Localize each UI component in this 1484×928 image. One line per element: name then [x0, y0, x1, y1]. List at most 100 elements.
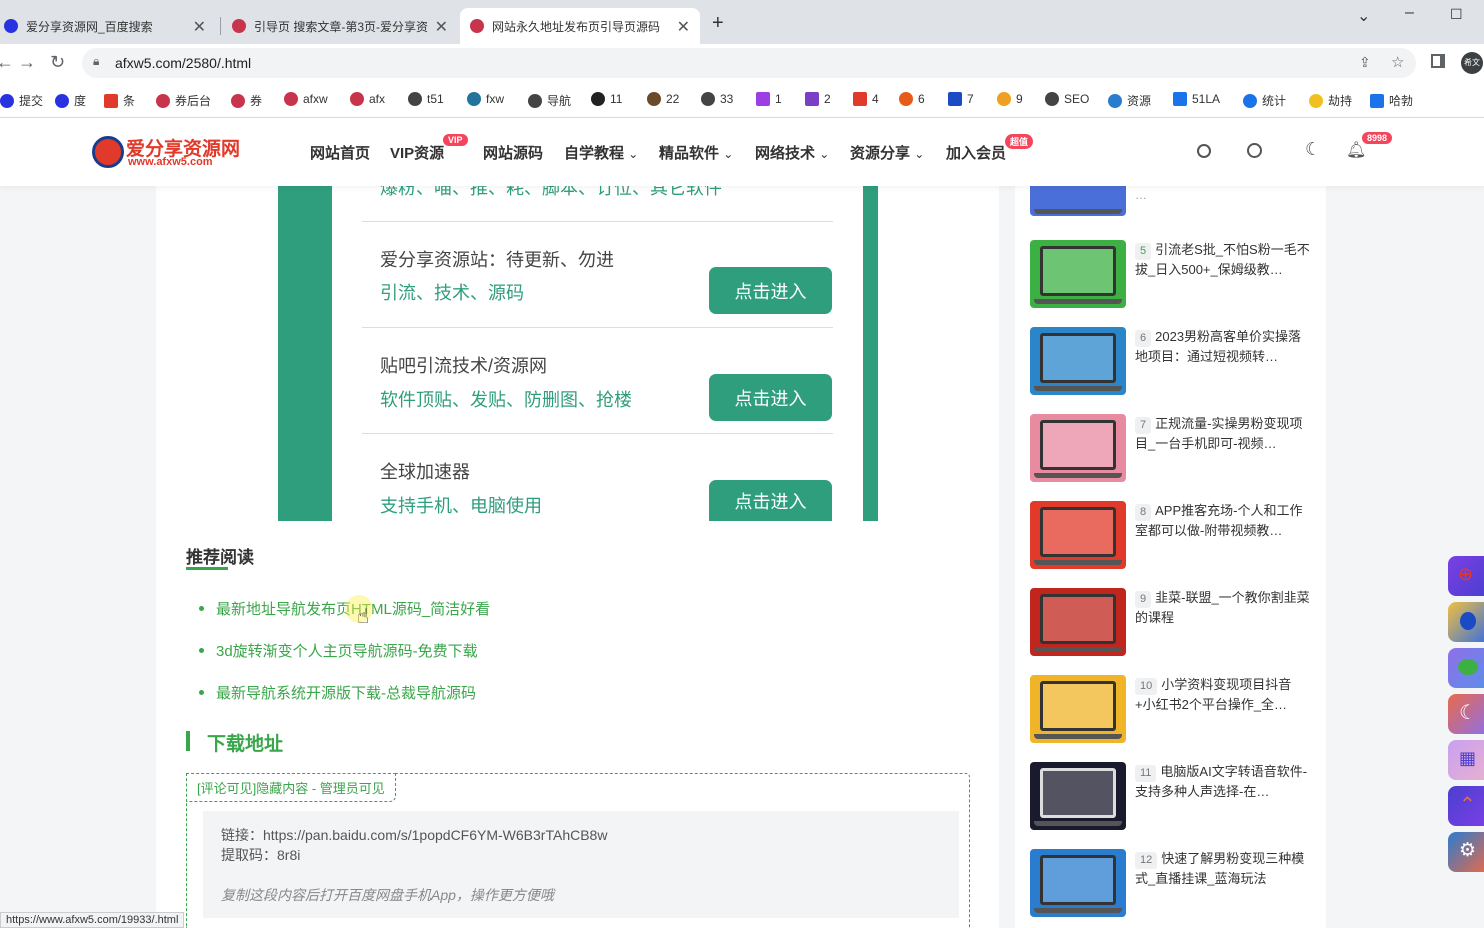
bookmark-item[interactable]: 券 [231, 92, 262, 109]
article-thumbnail[interactable] [1030, 186, 1126, 216]
article-thumbnail[interactable] [1030, 588, 1126, 656]
recommend-link[interactable]: 3d旋转渐变个人主页导航源码-免费下载 [216, 640, 478, 661]
article-thumbnail[interactable] [1030, 762, 1126, 830]
sidebar-item[interactable]: 5 引流老S批_不怕S粉一毛不拔_日入500+_保姆级教… [1135, 240, 1311, 278]
close-icon[interactable]: ✕ [435, 17, 448, 37]
bookmark-item[interactable]: afxw [284, 92, 328, 106]
float-button-settings[interactable]: ⚙ [1448, 832, 1484, 872]
bookmark-item[interactable]: SEO [1045, 92, 1089, 106]
minimize-icon[interactable]: – [1405, 4, 1414, 22]
bookmark-item[interactable]: 2 [805, 92, 831, 106]
dark-mode-icon[interactable]: ☾ [1305, 139, 1321, 160]
chevron-up-icon: ⌃ [1459, 794, 1476, 816]
bookmark-item[interactable]: fxw [467, 92, 504, 106]
sidebar-item[interactable]: 8 APP推客充场-个人和工作室都可以做-附带视频教… [1135, 501, 1311, 539]
chevron-down-icon: ⌄ [819, 147, 830, 161]
bookmark-item[interactable]: t51 [408, 92, 444, 106]
bookmark-item[interactable]: 51LA [1173, 92, 1220, 106]
side-panel-icon[interactable] [1431, 54, 1445, 68]
tab-search[interactable]: 引导页 搜索文章-第3页-爱分享资 ✕ [222, 8, 458, 44]
tab-title: 引导页 搜索文章-第3页-爱分享资 [254, 19, 429, 34]
sidebar-item[interactable]: 11 电脑版AI文字转语音软件-支持多种人声选择-在… [1135, 762, 1311, 800]
sidebar-item[interactable]: 12 快速了解男粉变现三种模式_直播挂课_蓝海玩法 [1135, 849, 1311, 887]
nav-source[interactable]: 网站源码 [483, 142, 543, 163]
bullet-icon [199, 690, 204, 695]
share-icon[interactable]: ⇪ [1359, 54, 1371, 71]
heading-underline [186, 567, 228, 570]
float-button-top[interactable]: ⌃ [1448, 786, 1484, 826]
float-button-theme[interactable]: ☾ [1448, 694, 1484, 734]
tab-search-chevron-icon[interactable]: ⌄ [1357, 6, 1370, 26]
float-button-wechat[interactable] [1448, 648, 1484, 688]
download-note: 复制这段内容后打开百度网盘手机App，操作更方便哦 [221, 887, 554, 903]
hidden-content-tag: [评论可见]隐藏内容 - 管理员可见 [186, 773, 396, 802]
logo-house-icon [92, 136, 124, 168]
lightbulb-icon[interactable] [1197, 144, 1211, 158]
enter-button[interactable]: 点击进入 [709, 267, 832, 314]
profile-avatar[interactable]: 希文 [1461, 52, 1483, 74]
close-icon[interactable]: ✕ [677, 17, 690, 37]
bookmark-item[interactable]: 22 [647, 92, 679, 106]
bookmark-item[interactable]: 劫持 [1309, 92, 1352, 109]
download-heading: 下载地址 [207, 734, 284, 755]
nav-home[interactable]: 网站首页 [310, 142, 370, 163]
tab-active[interactable]: 网站永久地址发布页引导页源码 ✕ [460, 8, 700, 44]
article-thumbnail[interactable] [1030, 675, 1126, 743]
bookmark-item[interactable]: 资源 [1108, 92, 1151, 109]
bookmark-item[interactable]: 7 [948, 92, 974, 106]
float-button-add[interactable]: ⊕ [1448, 556, 1484, 596]
download-link-text[interactable]: 链接：https://pan.baidu.com/s/1popdCF6YM-W6… [221, 825, 607, 845]
bookmark-item[interactable]: 条 [104, 92, 135, 109]
sidebar-item-partial[interactable]: … [1135, 186, 1311, 206]
bookmark-item[interactable]: 33 [701, 92, 733, 106]
bookmark-item[interactable]: 提交 [0, 92, 43, 109]
sidebar-item[interactable]: 7 正规流量-实操男粉变现项目_一台手机即可-视频… [1135, 414, 1311, 452]
nav-network[interactable]: 网络技术 ⌄ [755, 142, 829, 163]
close-icon[interactable]: ✕ [193, 17, 206, 37]
url-text[interactable]: afxw5.com/2580/.html [115, 55, 251, 71]
tab-baidu[interactable]: 爱分享资源网_百度搜索 ✕ [0, 8, 216, 44]
address-bar[interactable]: 🔒︎ afxw5.com/2580/.html ⇪ ☆ [82, 48, 1416, 78]
article-thumbnail[interactable] [1030, 414, 1126, 482]
sidebar-item[interactable]: 10 小学资料变现项目抖音+小红书2个平台操作_全… [1135, 675, 1311, 713]
bookmark-item[interactable]: 哈勃 [1370, 92, 1413, 109]
bookmark-item[interactable]: 11 [591, 92, 622, 106]
enter-button[interactable]: 点击进入 [709, 480, 832, 521]
nav-resources[interactable]: 资源分享 ⌄ [850, 142, 924, 163]
reload-icon[interactable]: ↻ [50, 52, 65, 73]
new-tab-button[interactable]: + [712, 12, 724, 35]
bookmark-item[interactable]: afx [350, 92, 385, 106]
bell-icon[interactable]: 🔔︎ [1346, 140, 1366, 160]
article-thumbnail[interactable] [1030, 240, 1126, 308]
bookmark-item[interactable]: 度 [55, 92, 86, 109]
article-thumbnail[interactable] [1030, 327, 1126, 395]
site-logo[interactable]: 爱分享资源网 www.afxw5.com [92, 136, 240, 170]
recommend-link[interactable]: 最新导航系统开源版下载-总裁导航源码 [216, 682, 476, 703]
moon-icon: ☾ [1459, 702, 1477, 724]
nav-membership[interactable]: 加入会员 [946, 142, 1006, 163]
enter-button[interactable]: 点击进入 [709, 374, 832, 421]
bookmark-item[interactable]: 1 [756, 92, 782, 106]
search-icon[interactable] [1247, 143, 1262, 158]
maximize-icon[interactable]: ☐ [1450, 6, 1463, 23]
bookmark-item[interactable]: 6 [899, 92, 925, 106]
float-button-qq[interactable] [1448, 602, 1484, 642]
bookmark-item[interactable]: 4 [853, 92, 879, 106]
back-icon[interactable]: ← [0, 52, 14, 73]
article-thumbnail[interactable] [1030, 849, 1126, 917]
nav-tutorials[interactable]: 自学教程 ⌄ [564, 142, 638, 163]
sidebar-item[interactable]: 6 2023男粉高客单价实操落地项目：通过短视频转… [1135, 327, 1311, 365]
nav-vip[interactable]: VIP资源 [390, 142, 444, 163]
forward-icon[interactable]: → [18, 52, 36, 73]
float-button-qrcode[interactable]: ▦ [1448, 740, 1484, 780]
article-thumbnail[interactable] [1030, 501, 1126, 569]
bookmark-item[interactable]: 导航 [528, 92, 571, 109]
value-badge: 超值 [1005, 134, 1034, 149]
bookmark-item[interactable]: 统计 [1243, 92, 1286, 109]
bookmark-item[interactable]: 券后台 [156, 92, 211, 109]
nav-software[interactable]: 精品软件 ⌄ [659, 142, 733, 163]
sidebar-item[interactable]: 9 韭菜-联盟_一个教你割韭菜的课程 [1135, 588, 1311, 626]
bookmark-star-icon[interactable]: ☆ [1391, 53, 1404, 71]
heading-accent-bar [186, 731, 190, 751]
bookmark-item[interactable]: 9 [997, 92, 1023, 106]
